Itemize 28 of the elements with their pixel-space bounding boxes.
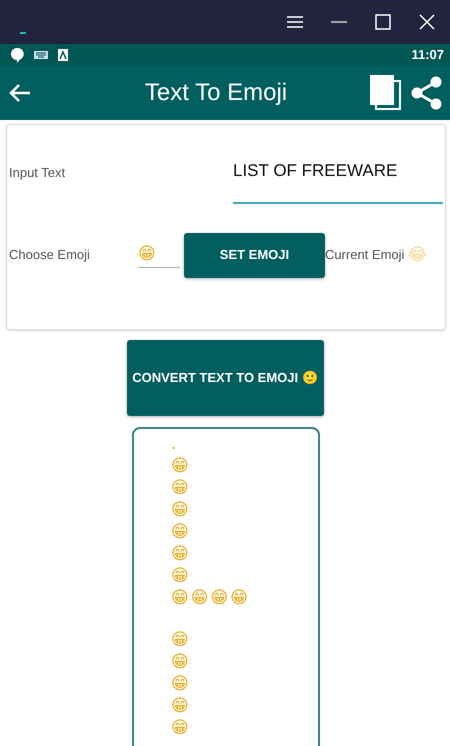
chat-icon	[10, 47, 24, 63]
field-label: Choose Emoji	[9, 246, 90, 264]
output-text: 😁	[171, 524, 191, 540]
emoji-text: 😂	[407, 246, 430, 264]
output-text: 😁	[171, 720, 191, 736]
output-text: .	[171, 436, 178, 452]
output-text: 😁	[171, 502, 191, 518]
convert-button[interactable]: CONVERT TEXT TO EMOJI 🙂	[126, 340, 324, 416]
output-text: 😁	[171, 546, 191, 562]
output-text: 😁	[171, 458, 191, 474]
output-text: 😁😁😁😁	[171, 590, 250, 606]
share-button[interactable]	[410, 76, 442, 110]
output-text: 😁	[171, 654, 191, 670]
keyboard-icon	[34, 51, 48, 59]
output-text: 😁	[171, 480, 191, 496]
maximize-icon	[374, 13, 392, 31]
output-text: 😁	[171, 698, 191, 714]
set-emoji-button[interactable]: SET EMOJI	[184, 232, 325, 278]
copy-button[interactable]	[370, 75, 402, 111]
clock-time: 11:07	[411, 46, 444, 64]
field-label: Input Text	[9, 164, 66, 182]
output-text: 😁	[171, 568, 191, 584]
close-icon	[418, 13, 436, 31]
output-text: 😁	[171, 632, 191, 648]
output-text: 😁	[171, 676, 191, 692]
app-title: Text To Emoji	[144, 78, 288, 108]
minimize-icon	[331, 21, 347, 23]
current-emoji-label: Current Emoji	[324, 246, 404, 264]
